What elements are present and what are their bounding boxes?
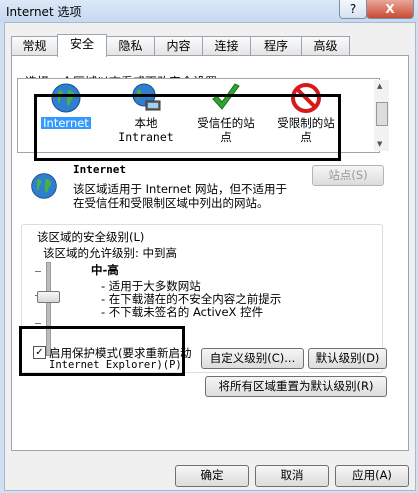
scroll-up-icon[interactable]: ▲: [377, 82, 382, 90]
title-bar: Internet 选项 ? X: [0, 0, 418, 22]
level-bullet-3: - 不下载未签名的 ActiveX 控件: [101, 305, 264, 319]
window-title: Internet 选项: [6, 5, 82, 19]
default-level-button[interactable]: 默认级别(D): [308, 348, 387, 369]
apply-button[interactable]: 应用(A): [335, 465, 409, 487]
close-button[interactable]: X: [366, 0, 414, 19]
slider-tick: [35, 271, 41, 272]
slider-tick: [35, 323, 41, 324]
allowed-level: 该区域的允许级别: 中到高: [43, 246, 178, 260]
zones-highlight-box: [34, 94, 341, 161]
sites-button[interactable]: 站点(S): [312, 165, 384, 186]
tab-content[interactable]: 内容: [154, 36, 203, 56]
cancel-button[interactable]: 取消: [255, 465, 329, 487]
zone-scrollbar[interactable]: ▲ ▼: [374, 80, 389, 151]
reset-all-zones-button[interactable]: 将所有区域重置为默认级别(R): [205, 376, 387, 397]
scroll-down-icon[interactable]: ▼: [377, 140, 382, 148]
custom-level-button[interactable]: 自定义级别(C)...: [201, 348, 304, 369]
dialog-body: 常规 安全 隐私 内容 连接 程序 高级 选择一个区域以查看或更改安全设置。 I…: [4, 22, 416, 491]
tab-privacy[interactable]: 隐私: [106, 36, 155, 56]
security-slider-thumb[interactable]: [37, 291, 60, 303]
help-button[interactable]: ?: [339, 0, 367, 19]
zone-name: Internet: [73, 163, 126, 176]
tab-security[interactable]: 安全: [57, 34, 107, 57]
tab-programs[interactable]: 程序: [250, 36, 302, 56]
security-level-title: 该区域的安全级别(L): [35, 229, 147, 245]
globe-icon: [31, 173, 57, 199]
ok-button[interactable]: 确定: [175, 465, 249, 487]
scroll-thumb[interactable]: [376, 102, 388, 126]
protected-mode-highlight-box: [19, 326, 185, 376]
tab-connections[interactable]: 连接: [202, 36, 251, 56]
zone-description-line2: 在受信任和受限制区域中列出的网站。: [73, 196, 269, 210]
tab-general[interactable]: 常规: [11, 36, 58, 56]
tab-advanced[interactable]: 高级: [301, 36, 350, 56]
security-level-name: 中-高: [91, 263, 119, 277]
